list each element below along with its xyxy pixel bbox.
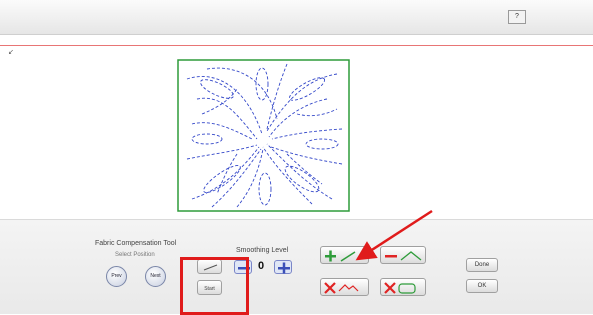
delete-shape-icon [384,282,416,294]
help-button[interactable]: ? [508,10,526,24]
ok-button[interactable]: OK [466,279,498,293]
plus-icon [278,262,290,274]
highlight-box-annotation [180,257,249,315]
prev-position-label: Prev [111,273,122,279]
top-toolbar: ? [0,0,593,35]
control-panel [0,219,593,314]
smoothing-increase-button[interactable] [274,260,292,274]
ruler-guide-line [0,45,593,46]
quilt-design-preview[interactable] [177,59,350,212]
next-position-button[interactable]: Next [145,266,166,287]
next-position-label: Next [150,273,161,279]
done-button[interactable]: Done [466,258,498,272]
panel-subtitle: Select Position [115,252,155,258]
arrow-annotation [355,209,433,261]
delete-segment-button[interactable] [320,278,369,296]
cursor-indicator: ↙ [8,49,14,56]
prev-position-button[interactable]: Prev [106,266,127,287]
panel-title: Fabric Compensation Tool [95,240,177,247]
smoothing-label: Smoothing Level [236,247,289,254]
delete-segment-icon [324,282,359,294]
delete-shape-button[interactable] [380,278,426,296]
smoothing-value: 0 [258,260,265,272]
